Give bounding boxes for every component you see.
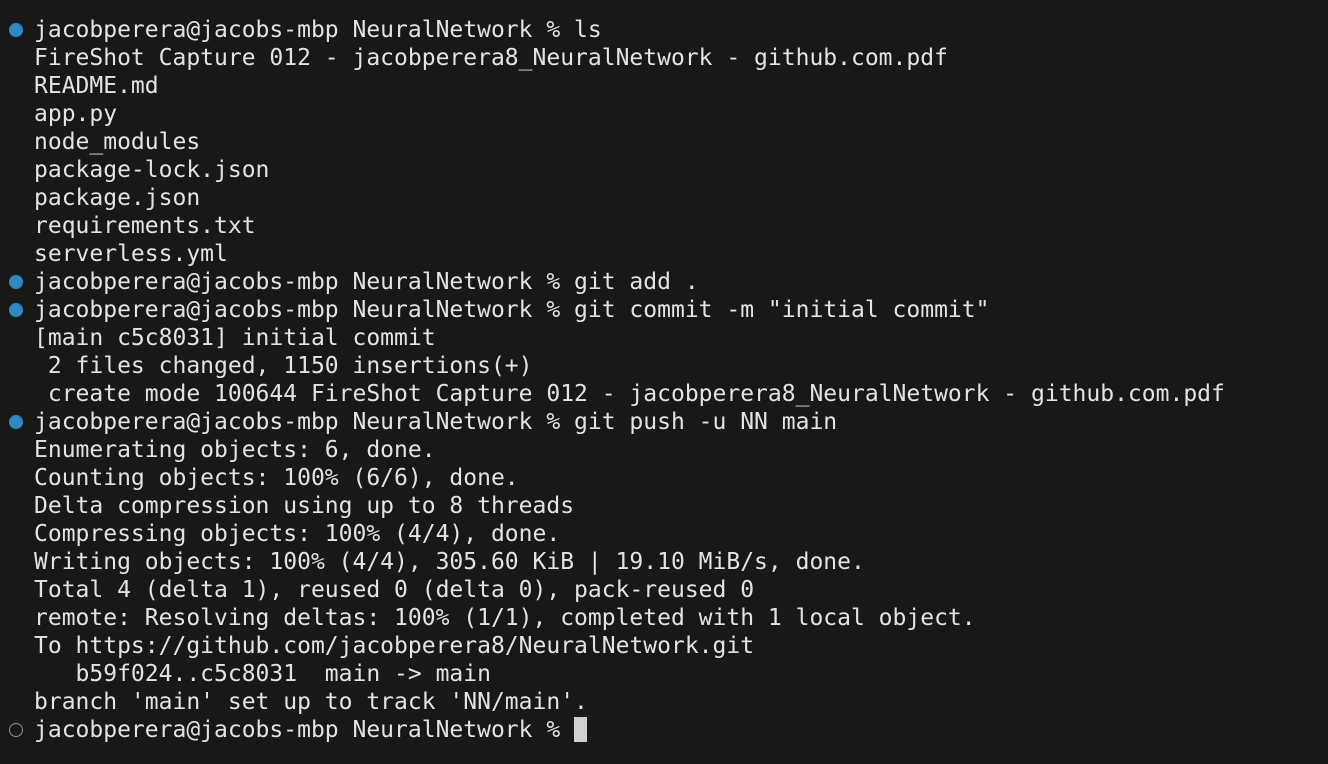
command-success-decoration[interactable] xyxy=(9,23,23,37)
command-text: jacobperera@jacobs-mbp NeuralNetwork % l… xyxy=(34,17,602,43)
terminal-line: package.json xyxy=(0,184,1328,212)
terminal-line: To https://github.com/jacobperera8/Neura… xyxy=(0,632,1328,660)
output-text: Compressing objects: 100% (4/4), done. xyxy=(34,521,561,547)
output-text: requirements.txt xyxy=(34,213,256,239)
output-text: README.md xyxy=(34,73,159,99)
terminal-line: Enumerating objects: 6, done. xyxy=(0,436,1328,464)
terminal-line: requirements.txt xyxy=(0,212,1328,240)
output-text: serverless.yml xyxy=(34,241,228,267)
terminal-line: remote: Resolving deltas: 100% (1/1), co… xyxy=(0,604,1328,632)
terminal-input-line[interactable]: jacobperera@jacobs-mbp NeuralNetwork % xyxy=(0,716,1328,744)
terminal-line: app.py xyxy=(0,100,1328,128)
output-text: To https://github.com/jacobperera8/Neura… xyxy=(34,633,755,659)
output-text: FireShot Capture 012 - jacobperera8_Neur… xyxy=(34,45,948,71)
terminal-line: README.md xyxy=(0,72,1328,100)
terminal-line: 2 files changed, 1150 insertions(+) xyxy=(0,352,1328,380)
terminal-line: Delta compression using up to 8 threads xyxy=(0,492,1328,520)
output-text: app.py xyxy=(34,101,118,127)
output-text: package-lock.json xyxy=(34,157,270,183)
terminal-line: Compressing objects: 100% (4/4), done. xyxy=(0,520,1328,548)
terminal-panel[interactable]: jacobperera@jacobs-mbp NeuralNetwork % l… xyxy=(0,0,1328,764)
terminal-line: jacobperera@jacobs-mbp NeuralNetwork % g… xyxy=(0,268,1328,296)
command-success-decoration[interactable] xyxy=(9,275,23,289)
terminal-line: Total 4 (delta 1), reused 0 (delta 0), p… xyxy=(0,576,1328,604)
output-text: create mode 100644 FireShot Capture 012 … xyxy=(34,381,1225,407)
command-text: jacobperera@jacobs-mbp NeuralNetwork % g… xyxy=(34,409,838,435)
terminal-line: node_modules xyxy=(0,128,1328,156)
output-text: b59f024..c5c8031 main -> main xyxy=(34,661,491,687)
output-text: Total 4 (delta 1), reused 0 (delta 0), p… xyxy=(34,577,755,603)
output-text: Enumerating objects: 6, done. xyxy=(34,437,436,463)
terminal-line: jacobperera@jacobs-mbp NeuralNetwork % g… xyxy=(0,296,1328,324)
output-text: [main c5c8031] initial commit xyxy=(34,325,436,351)
terminal-line: b59f024..c5c8031 main -> main xyxy=(0,660,1328,688)
command-text: jacobperera@jacobs-mbp NeuralNetwork % g… xyxy=(34,297,990,323)
terminal-line: package-lock.json xyxy=(0,156,1328,184)
output-text: branch 'main' set up to track 'NN/main'. xyxy=(34,689,588,715)
terminal-prompt: jacobperera@jacobs-mbp NeuralNetwork % xyxy=(34,717,575,743)
terminal-line: Writing objects: 100% (4/4), 305.60 KiB … xyxy=(0,548,1328,576)
terminal-line: jacobperera@jacobs-mbp NeuralNetwork % l… xyxy=(0,16,1328,44)
terminal-line: jacobperera@jacobs-mbp NeuralNetwork % g… xyxy=(0,408,1328,436)
command-pending-decoration[interactable] xyxy=(9,723,23,737)
terminal-output: jacobperera@jacobs-mbp NeuralNetwork % l… xyxy=(0,16,1328,744)
terminal-line: create mode 100644 FireShot Capture 012 … xyxy=(0,380,1328,408)
terminal-line: Counting objects: 100% (6/6), done. xyxy=(0,464,1328,492)
output-text: package.json xyxy=(34,185,201,211)
output-text: remote: Resolving deltas: 100% (1/1), co… xyxy=(34,605,976,631)
output-text: Counting objects: 100% (6/6), done. xyxy=(34,465,519,491)
terminal-line: [main c5c8031] initial commit xyxy=(0,324,1328,352)
command-success-decoration[interactable] xyxy=(9,415,23,429)
output-text: 2 files changed, 1150 insertions(+) xyxy=(34,353,533,379)
command-success-decoration[interactable] xyxy=(9,303,23,317)
command-text: jacobperera@jacobs-mbp NeuralNetwork % g… xyxy=(34,269,699,295)
terminal-line: branch 'main' set up to track 'NN/main'. xyxy=(0,688,1328,716)
output-text: Writing objects: 100% (4/4), 305.60 KiB … xyxy=(34,549,865,575)
terminal-cursor[interactable] xyxy=(574,717,588,742)
terminal-line: FireShot Capture 012 - jacobperera8_Neur… xyxy=(0,44,1328,72)
output-text: Delta compression using up to 8 threads xyxy=(34,493,575,519)
output-text: node_modules xyxy=(34,129,201,155)
terminal-line: serverless.yml xyxy=(0,240,1328,268)
